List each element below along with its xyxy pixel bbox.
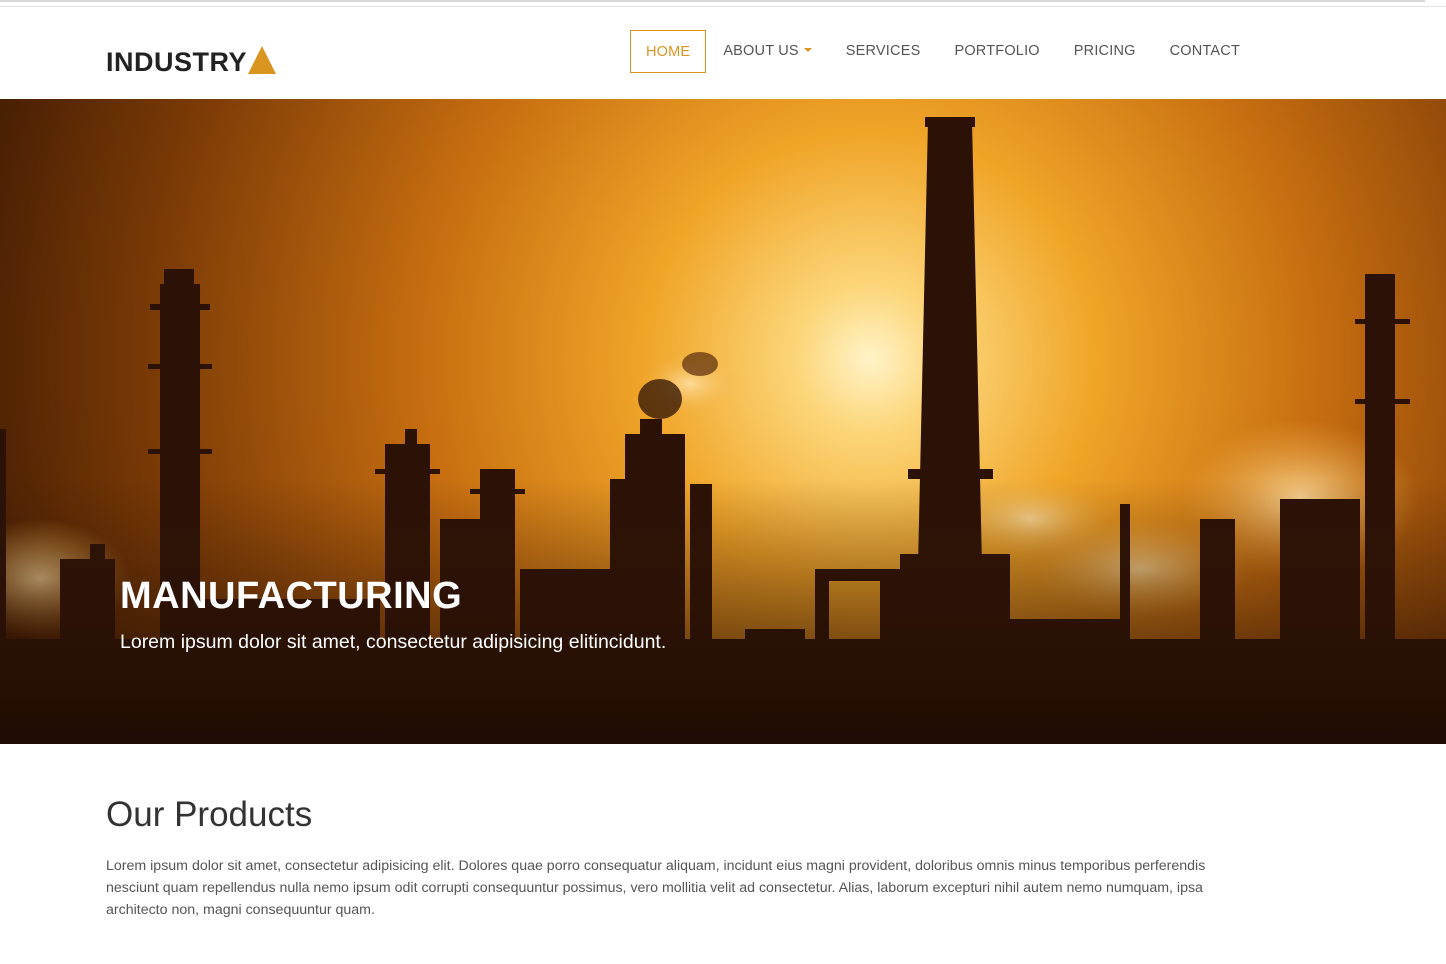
products-title: Our Products xyxy=(106,795,313,834)
nav-contact[interactable]: CONTACT xyxy=(1153,30,1257,73)
nav-pricing[interactable]: PRICING xyxy=(1057,30,1153,73)
hero-banner: MANUFACTURING Lorem ipsum dolor sit amet… xyxy=(0,99,1446,744)
products-description: Lorem ipsum dolor sit amet, consectetur … xyxy=(106,858,1206,918)
nav-services[interactable]: SERVICES xyxy=(829,30,938,73)
nav-home-label: HOME xyxy=(646,44,691,60)
nav-about-us-label: ABOUT US xyxy=(723,43,799,59)
nav-contact-label: CONTACT xyxy=(1169,43,1241,59)
site-header: INDUSTRY HOME ABOUT US SERVICES PORTFOLI… xyxy=(0,7,1446,99)
nav-about-us[interactable]: ABOUT US xyxy=(706,30,828,73)
nav-services-label: SERVICES xyxy=(845,43,921,59)
caret-down-icon xyxy=(803,48,812,53)
logo-triangle-icon xyxy=(248,46,277,74)
main-nav: HOME ABOUT US SERVICES PORTFOLIO PRICING… xyxy=(630,30,1257,73)
top-border xyxy=(0,0,1446,7)
hero-subtitle: Lorem ipsum dolor sit amet, consectetur … xyxy=(120,631,667,653)
nav-portfolio[interactable]: PORTFOLIO xyxy=(937,30,1056,73)
nav-home[interactable]: HOME xyxy=(630,30,707,73)
nav-pricing-label: PRICING xyxy=(1073,43,1136,59)
nav-portfolio-label: PORTFOLIO xyxy=(954,43,1040,59)
site-logo[interactable]: INDUSTRY xyxy=(106,43,277,77)
hero-title: MANUFACTURING xyxy=(120,575,463,617)
logo-text: INDUSTRY xyxy=(106,47,248,77)
